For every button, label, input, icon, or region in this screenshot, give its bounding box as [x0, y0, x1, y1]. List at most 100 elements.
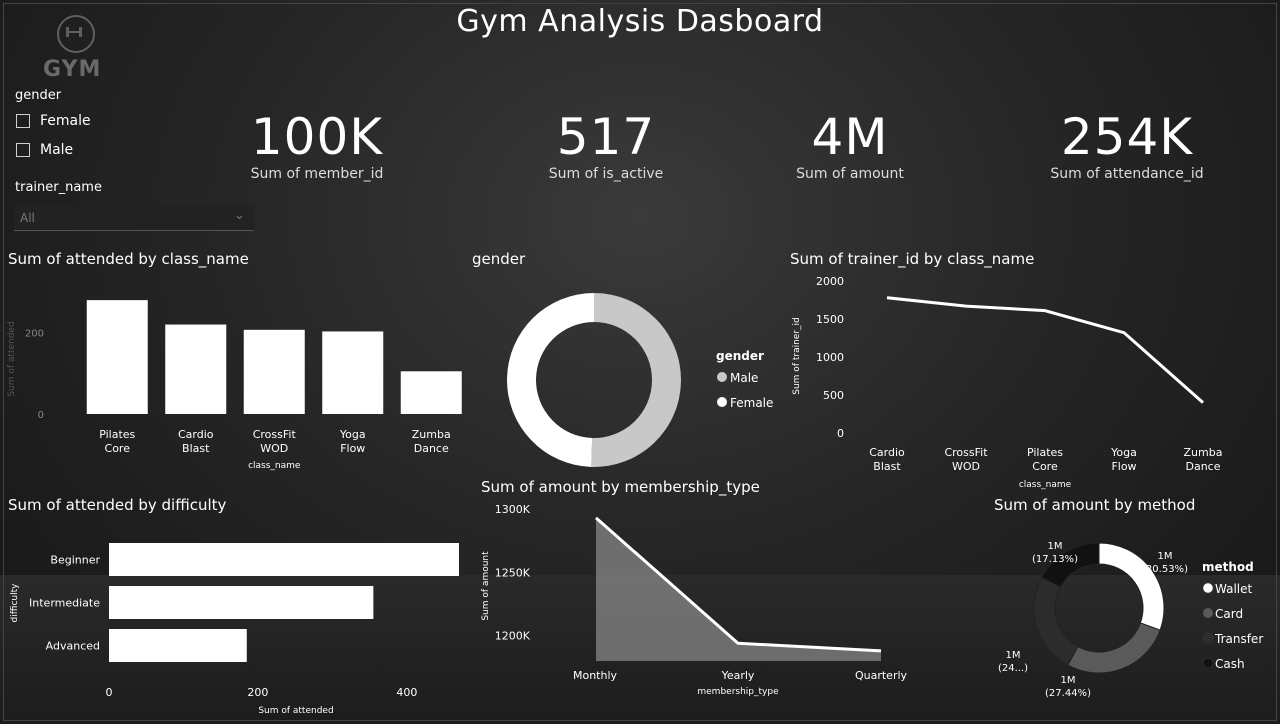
- donut-slice: [1067, 622, 1161, 674]
- legend-marker: [717, 397, 727, 407]
- chart-trainer-by-class[interactable]: 0 500 1000 1500 2000 Sum of trainer_id Cardio B…: [780, 270, 1270, 495]
- y-tick-label: 1000: [816, 351, 844, 364]
- y-tick-label: Advanced: [46, 640, 100, 653]
- visual-title-amount-by-membership: Sum of amount by membership_type: [481, 478, 760, 496]
- y-tick-label: Intermediate: [29, 597, 100, 610]
- chart-attended-by-difficulty[interactable]: Beginner Intermediate Advanced 0 200 400 Sum o…: [0, 515, 470, 720]
- legend-marker: [1202, 607, 1214, 619]
- x-tick-label: Yoga Flow: [339, 428, 366, 455]
- donut-slice: [1098, 542, 1165, 631]
- bar: [165, 324, 227, 414]
- kpi-card-attendance: 254K Sum of attendance_id: [997, 108, 1257, 182]
- y-tick-label: 0: [837, 427, 844, 440]
- y-tick-label: 0: [38, 410, 44, 421]
- x-axis-label: class_name: [248, 461, 301, 471]
- kpi-value: 4M: [811, 108, 889, 166]
- trainer-slicer-title: trainer_name: [15, 180, 102, 195]
- y-tick-label: 1500: [816, 313, 844, 326]
- x-tick-label: 200: [247, 686, 268, 699]
- kpi-label: Sum of attendance_id: [1050, 166, 1204, 182]
- x-tick-label: Zumba Dance: [1184, 446, 1223, 473]
- dumbbell-icon: [57, 15, 95, 53]
- visual-title-trainer-by-class: Sum of trainer_id by class_name: [790, 250, 1035, 268]
- x-tick-label: 0: [106, 686, 113, 699]
- legend-title: method: [1202, 560, 1254, 574]
- y-axis-label: difficulty: [10, 583, 20, 623]
- dashboard-title: Gym Analysis Dasboard: [456, 4, 824, 39]
- y-axis-label: Sum of amount: [481, 551, 491, 621]
- data-label: 1M (24...): [998, 650, 1028, 674]
- legend-label: Wallet: [1215, 582, 1253, 596]
- male-label: Male: [40, 142, 74, 158]
- legend-label: Female: [730, 396, 773, 410]
- bar: [243, 329, 305, 414]
- legend-marker: [1202, 582, 1214, 594]
- data-label: 1M (27.44%): [1045, 675, 1091, 699]
- data-label: 1M (30.53%): [1142, 551, 1188, 575]
- x-axis-label: membership_type: [697, 687, 779, 697]
- y-tick-label: 1200K: [495, 630, 531, 643]
- chart-amount-by-membership[interactable]: 1200K 1250K 1300K Sum of amount Monthly Yearl…: [470, 498, 940, 703]
- gender-slicer-title: gender: [15, 88, 62, 103]
- visual-title-attended-by-difficulty: Sum of attended by difficulty: [8, 496, 227, 514]
- bar: [400, 371, 462, 414]
- x-tick-label: CrossFit WOD: [253, 428, 297, 455]
- y-tick-label: Beginner: [50, 554, 100, 567]
- male-checkbox[interactable]: [16, 143, 30, 157]
- legend-marker: [1202, 657, 1214, 669]
- female-label: Female: [40, 113, 91, 129]
- x-tick-label: Cardio Blast: [178, 428, 214, 455]
- donut-slice: [1033, 576, 1079, 666]
- y-tick-label: 500: [823, 389, 844, 402]
- y-tick-label: 1300K: [495, 503, 531, 516]
- x-tick-label: Yoga Flow: [1110, 446, 1137, 473]
- area-fill: [596, 517, 881, 661]
- logo-text: GYM: [43, 57, 102, 82]
- kpi-label: Sum of amount: [796, 166, 904, 182]
- legend-label: Card: [1215, 607, 1243, 621]
- x-tick-label: Pilates Core: [99, 428, 135, 455]
- x-tick-label: Pilates Core: [1027, 446, 1063, 473]
- visual-title-attended-by-class: Sum of attended by class_name: [8, 250, 249, 268]
- chevron-down-icon[interactable]: ⌄: [234, 208, 245, 223]
- kpi-value: 517: [556, 108, 656, 166]
- y-axis-label: Sum of trainer_id: [792, 317, 802, 394]
- visual-title-gender: gender: [472, 250, 526, 268]
- legend-marker: [1202, 632, 1214, 644]
- x-tick-label: CrossFit WOD: [944, 446, 988, 473]
- kpi-value: 100K: [250, 108, 384, 166]
- gender-option-male[interactable]: Male: [16, 142, 136, 160]
- kpi-card-amount: 4M Sum of amount: [720, 108, 980, 182]
- x-tick-label: Cardio Blast: [869, 446, 905, 473]
- x-tick-label: Quarterly: [855, 669, 908, 682]
- legend-title: gender: [716, 349, 764, 363]
- bar: [86, 300, 148, 414]
- kpi-label: Sum of is_active: [548, 166, 664, 182]
- y-axis-label: Sum of attended: [7, 321, 17, 396]
- kpi-card-member: 100K Sum of member_id: [187, 108, 447, 182]
- x-tick-label: Yearly: [721, 669, 755, 682]
- female-checkbox[interactable]: [16, 114, 30, 128]
- x-axis-label: Sum of attended: [258, 706, 333, 716]
- kpi-value: 254K: [1060, 108, 1194, 166]
- x-tick-label: Zumba Dance: [412, 428, 451, 455]
- series-line: [886, 296, 1204, 404]
- legend-marker: [717, 372, 727, 382]
- chart-amount-by-method[interactable]: 1M (30.53%)1M (27.44%)1M (24...)1M (17.13%)m…: [980, 515, 1275, 720]
- bar: [109, 543, 459, 576]
- bar: [322, 331, 384, 414]
- chart-attended-by-class[interactable]: 0 200 Sum of attended Pilates Core Cardio Blas…: [0, 270, 470, 480]
- donut-slice: [591, 293, 681, 467]
- y-tick-label: 1250K: [495, 566, 531, 579]
- kpi-label: Sum of member_id: [250, 166, 384, 182]
- y-tick-label: 200: [25, 329, 44, 340]
- trainer-dropdown[interactable]: All ⌄: [14, 205, 254, 231]
- bar: [109, 629, 247, 662]
- bar: [109, 586, 374, 619]
- legend-label: Male: [730, 371, 758, 385]
- x-tick-label: Monthly: [573, 669, 618, 682]
- donut-slice: [506, 293, 594, 467]
- chart-gender-donut[interactable]: gender Male Female: [490, 270, 790, 480]
- kpi-card-active: 517 Sum of is_active: [476, 108, 736, 182]
- gender-option-female[interactable]: Female: [16, 113, 136, 131]
